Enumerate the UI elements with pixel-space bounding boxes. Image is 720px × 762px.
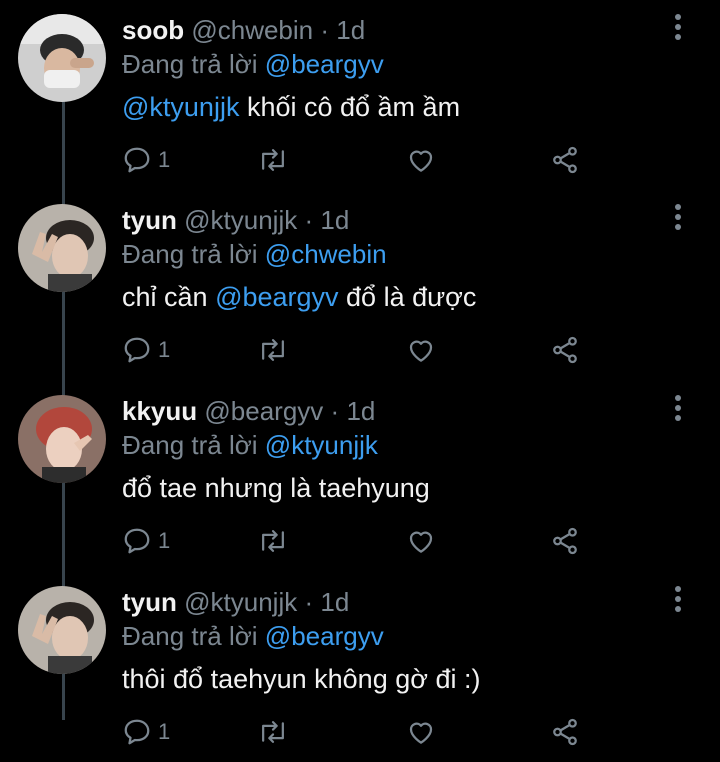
replying-to-label: Đang trả lời (122, 430, 258, 460)
tweet-text-segment: chỉ cần (122, 282, 216, 312)
like-icon (409, 531, 433, 553)
like-icon (409, 150, 433, 172)
retweet-icon (262, 530, 284, 552)
share-icon (553, 336, 577, 364)
tweet[interactable]: soob @chwebin · 1d Đang trả lời @beargyv… (0, 0, 720, 190)
replying-to: Đang trả lời @beargyv (122, 620, 660, 652)
replying-to-label: Đang trả lời (122, 239, 258, 269)
share-button[interactable] (550, 335, 580, 365)
reply-button[interactable]: 1 (122, 145, 170, 175)
tweet-text-segment: khối cô đổ ầm ầm (239, 92, 461, 122)
tweet[interactable]: tyun @ktyunjjk · 1d Đang trả lời @chwebi… (0, 190, 720, 380)
like-button[interactable] (406, 526, 436, 556)
tweet-text: chỉ cần @beargyv đổ là được (122, 280, 660, 314)
share-button[interactable] (550, 526, 580, 556)
share-icon (553, 527, 577, 555)
share-button[interactable] (550, 145, 580, 175)
tweet-actions: 1 (122, 335, 582, 365)
reply-icon (124, 337, 150, 363)
mention-link[interactable]: @ktyunjjk (265, 430, 378, 460)
separator: · (320, 15, 330, 45)
mention-link[interactable]: @beargyv (215, 282, 338, 312)
mention-link[interactable]: @beargyv (265, 621, 384, 651)
tweet-actions: 1 (122, 526, 582, 556)
timestamp[interactable]: 1d (320, 205, 349, 235)
more-options-icon[interactable] (674, 395, 682, 425)
separator: · (330, 396, 340, 426)
user-handle[interactable]: @ktyunjjk (184, 205, 297, 235)
mention-link[interactable]: @chwebin (265, 239, 387, 269)
retweet-icon (262, 149, 284, 171)
retweet-button[interactable] (257, 335, 289, 365)
reply-icon (124, 147, 150, 173)
mention-link[interactable]: @ktyunjjk (122, 92, 239, 122)
timestamp[interactable]: 1d (336, 15, 365, 45)
like-icon (409, 340, 433, 362)
reply-button[interactable]: 1 (122, 526, 170, 556)
like-icon (409, 722, 433, 744)
display-name[interactable]: kkyuu (122, 396, 197, 426)
avatar[interactable] (18, 14, 106, 102)
tweet-text: @ktyunjjk khối cô đổ ầm ầm (122, 90, 660, 124)
avatar[interactable] (18, 586, 106, 674)
tweet[interactable]: tyun @ktyunjjk · 1d Đang trả lời @beargy… (0, 572, 720, 762)
retweet-icon (262, 721, 284, 743)
display-name[interactable]: tyun (122, 205, 177, 235)
user-handle[interactable]: @ktyunjjk (184, 587, 297, 617)
share-button[interactable] (550, 717, 580, 747)
like-button[interactable] (406, 717, 436, 747)
reply-icon (124, 528, 150, 554)
reply-icon (124, 719, 150, 745)
share-icon (553, 718, 577, 746)
separator: · (304, 205, 314, 235)
tweet-text-segment: đổ tae nhưng là taehyung (122, 473, 430, 503)
retweet-button[interactable] (257, 526, 289, 556)
like-button[interactable] (406, 335, 436, 365)
tweet-actions: 1 (122, 717, 582, 747)
like-button[interactable] (406, 145, 436, 175)
tweet-actions: 1 (122, 145, 582, 175)
more-options-icon[interactable] (674, 204, 682, 234)
mention-link[interactable]: @beargyv (265, 49, 384, 79)
display-name[interactable]: soob (122, 15, 184, 45)
separator: · (304, 587, 314, 617)
display-name[interactable]: tyun (122, 587, 177, 617)
reply-button[interactable]: 1 (122, 335, 170, 365)
user-handle[interactable]: @chwebin (191, 15, 313, 45)
reply-count: 1 (158, 528, 171, 553)
share-icon (553, 146, 577, 174)
tweet-text-segment: đổ là được (338, 282, 477, 312)
reply-count: 1 (158, 719, 171, 744)
replying-to-label: Đang trả lời (122, 49, 258, 79)
more-options-icon[interactable] (674, 586, 682, 616)
reply-count: 1 (158, 337, 171, 362)
retweet-button[interactable] (257, 145, 289, 175)
tweet-text-segment: thôi đổ taehyun không gờ đi :) (122, 664, 481, 694)
tweet-text: đổ tae nhưng là taehyung (122, 471, 660, 505)
tweet-text: thôi đổ taehyun không gờ đi :) (122, 662, 660, 696)
replying-to: Đang trả lời @ktyunjjk (122, 429, 660, 461)
timestamp[interactable]: 1d (320, 587, 349, 617)
reply-button[interactable]: 1 (122, 717, 170, 747)
more-options-icon[interactable] (674, 14, 682, 44)
user-handle[interactable]: @beargyv (204, 396, 323, 426)
retweet-icon (262, 339, 284, 361)
replying-to-label: Đang trả lời (122, 621, 258, 651)
timestamp[interactable]: 1d (346, 396, 375, 426)
avatar[interactable] (18, 395, 106, 483)
avatar[interactable] (18, 204, 106, 292)
replying-to: Đang trả lời @beargyv (122, 48, 660, 80)
tweet[interactable]: kkyuu @beargyv · 1d Đang trả lời @ktyunj… (0, 381, 720, 571)
replying-to: Đang trả lời @chwebin (122, 238, 660, 270)
retweet-button[interactable] (257, 717, 289, 747)
reply-count: 1 (158, 147, 171, 172)
